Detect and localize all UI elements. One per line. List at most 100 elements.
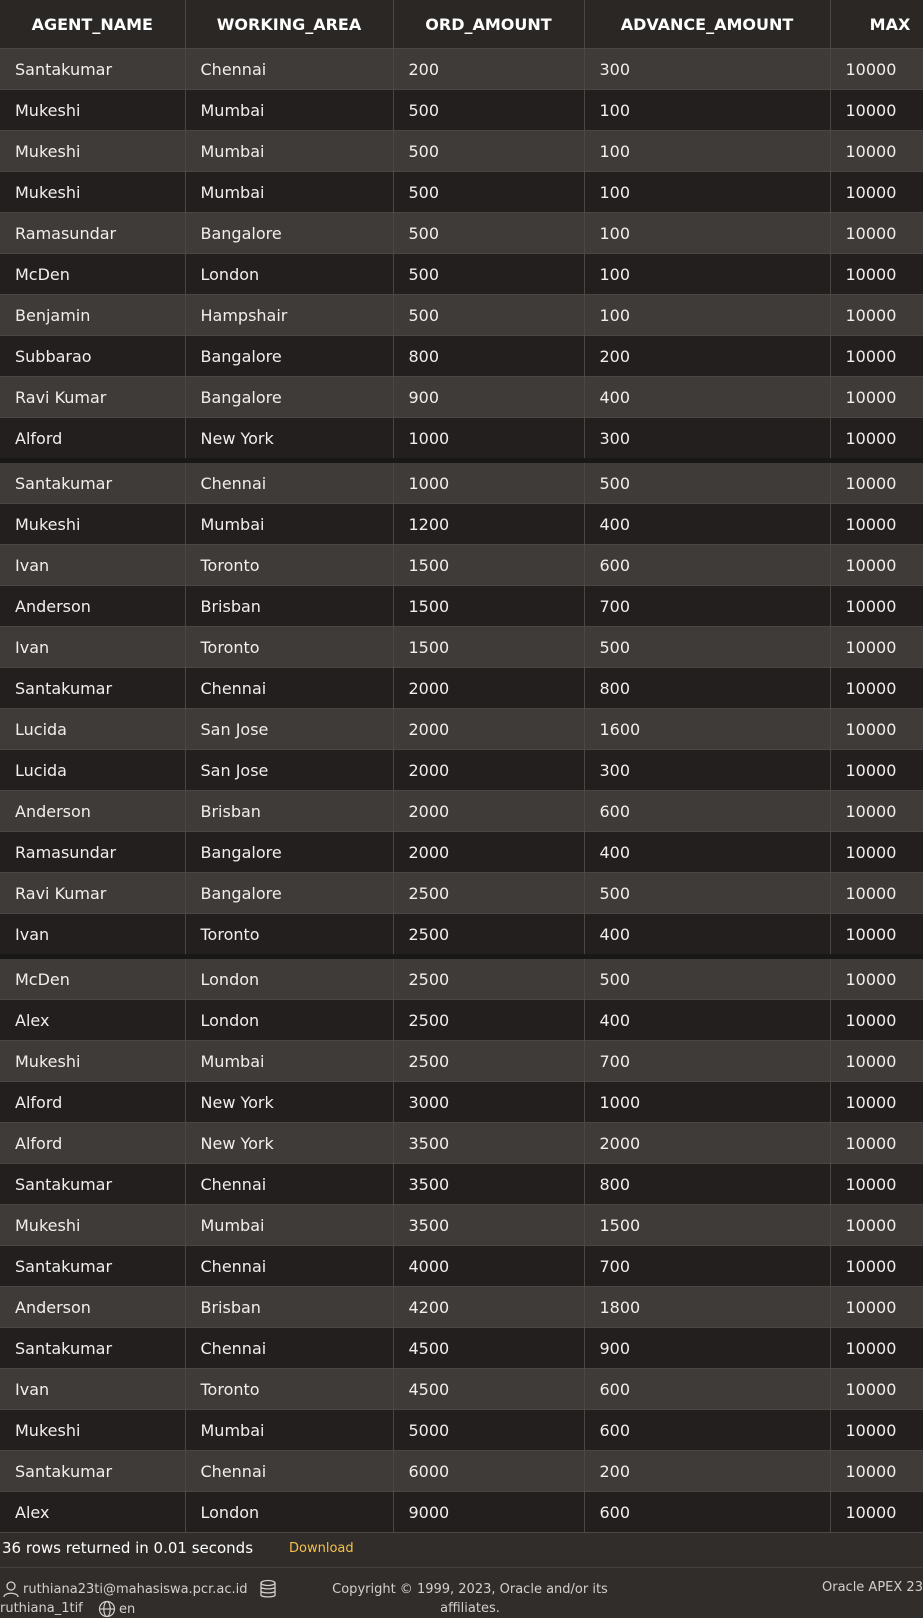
cell-advance-amount: 800 — [584, 1163, 831, 1205]
cell-max: 10000 — [830, 667, 923, 709]
table-row: Mukeshi Mumbai 500 100 10000 — [0, 89, 923, 131]
cell-agent-name: Mukeshi — [0, 89, 186, 131]
cell-max: 10000 — [830, 1368, 923, 1410]
download-link[interactable]: Download — [289, 1541, 354, 1556]
page-footer: ruthiana23ti@mahasiswa.pcr.ac.id ruthian… — [0, 1567, 923, 1618]
cell-max: 10000 — [830, 790, 923, 832]
language-code: en — [119, 1601, 136, 1617]
cell-working-area: Mumbai — [185, 1409, 394, 1451]
cell-advance-amount: 300 — [584, 417, 831, 463]
cell-max: 10000 — [830, 1409, 923, 1451]
cell-agent-name: Mukeshi — [0, 171, 186, 213]
table-row: Lucida San Jose 2000 300 10000 — [0, 749, 923, 791]
cell-working-area: San Jose — [185, 749, 394, 791]
cell-agent-name: Santakumar — [0, 1245, 186, 1287]
table-row: Santakumar Chennai 3500 800 10000 — [0, 1163, 923, 1205]
globe-icon — [98, 1600, 116, 1618]
cell-agent-name: Anderson — [0, 1286, 186, 1328]
cell-max: 10000 — [830, 212, 923, 254]
cell-advance-amount: 1000 — [584, 1081, 831, 1123]
cell-advance-amount: 1800 — [584, 1286, 831, 1328]
results-table: AGENT_NAME WORKING_AREA ORD_AMOUNT ADVAN… — [0, 0, 923, 1533]
cell-agent-name: Alford — [0, 1081, 186, 1123]
cell-ord-amount: 500 — [393, 294, 585, 336]
cell-max: 10000 — [830, 89, 923, 131]
cell-max: 10000 — [830, 335, 923, 377]
database-icon[interactable] — [258, 1579, 278, 1599]
cell-ord-amount: 4500 — [393, 1368, 585, 1410]
cell-ord-amount: 5000 — [393, 1409, 585, 1451]
table-row: Mukeshi Mumbai 2500 700 10000 — [0, 1040, 923, 1082]
cell-ord-amount: 3500 — [393, 1163, 585, 1205]
table-row: Alex London 2500 400 10000 — [0, 999, 923, 1041]
cell-advance-amount: 700 — [584, 1040, 831, 1082]
cell-working-area: Brisban — [185, 1286, 394, 1328]
table-row: Mukeshi Mumbai 500 100 10000 — [0, 171, 923, 213]
cell-max: 10000 — [830, 376, 923, 418]
cell-ord-amount: 1000 — [393, 417, 585, 463]
cell-agent-name: Mukeshi — [0, 503, 186, 545]
cell-working-area: Chennai — [185, 1450, 394, 1492]
column-header-advance-amount[interactable]: ADVANCE_AMOUNT — [584, 0, 831, 49]
table-row: Santakumar Chennai 200 300 10000 — [0, 48, 923, 90]
table-row: McDen London 500 100 10000 — [0, 253, 923, 295]
cell-working-area: Mumbai — [185, 503, 394, 545]
table-row: Ravi Kumar Bangalore 2500 500 10000 — [0, 872, 923, 914]
user-email: ruthiana23ti@mahasiswa.pcr.ac.id — [23, 1581, 248, 1597]
column-header-agent-name[interactable]: AGENT_NAME — [0, 0, 186, 49]
cell-advance-amount: 400 — [584, 503, 831, 545]
cell-advance-amount: 100 — [584, 171, 831, 213]
cell-agent-name: Alford — [0, 1122, 186, 1164]
cell-agent-name: Benjamin — [0, 294, 186, 336]
table-row: Mukeshi Mumbai 500 100 10000 — [0, 130, 923, 172]
table-header-row: AGENT_NAME WORKING_AREA ORD_AMOUNT ADVAN… — [0, 0, 923, 49]
cell-working-area: Toronto — [185, 626, 394, 668]
language-selector[interactable]: en — [98, 1600, 135, 1618]
cell-advance-amount: 600 — [584, 790, 831, 832]
cell-working-area: Mumbai — [185, 1040, 394, 1082]
cell-working-area: Chennai — [185, 1163, 394, 1205]
cell-agent-name: Alex — [0, 999, 186, 1041]
table-row: Ivan Toronto 1500 500 10000 — [0, 626, 923, 668]
cell-advance-amount: 1500 — [584, 1204, 831, 1246]
cell-agent-name: Anderson — [0, 585, 186, 627]
table-row: Santakumar Chennai 4000 700 10000 — [0, 1245, 923, 1287]
column-header-max[interactable]: MAX — [830, 0, 923, 49]
cell-working-area: Chennai — [185, 48, 394, 90]
cell-ord-amount: 2500 — [393, 999, 585, 1041]
cell-ord-amount: 500 — [393, 89, 585, 131]
table-row: Ivan Toronto 2500 400 10000 — [0, 913, 923, 959]
cell-advance-amount: 100 — [584, 212, 831, 254]
cell-ord-amount: 6000 — [393, 1450, 585, 1492]
results-grid: AGENT_NAME WORKING_AREA ORD_AMOUNT ADVAN… — [0, 0, 923, 1533]
cell-working-area: Toronto — [185, 913, 394, 959]
cell-agent-name: Santakumar — [0, 667, 186, 709]
table-row: McDen London 2500 500 10000 — [0, 956, 923, 1000]
cell-agent-name: Subbarao — [0, 335, 186, 377]
cell-ord-amount: 3500 — [393, 1122, 585, 1164]
column-header-ord-amount[interactable]: ORD_AMOUNT — [393, 0, 585, 49]
cell-working-area: Chennai — [185, 667, 394, 709]
cell-agent-name: Ramasundar — [0, 212, 186, 254]
cell-ord-amount: 3000 — [393, 1081, 585, 1123]
cell-agent-name: Santakumar — [0, 1327, 186, 1369]
cell-ord-amount: 2500 — [393, 913, 585, 959]
cell-max: 10000 — [830, 913, 923, 959]
cell-max: 10000 — [830, 1245, 923, 1287]
column-header-working-area[interactable]: WORKING_AREA — [185, 0, 394, 49]
cell-agent-name: McDen — [0, 253, 186, 295]
table-row: Mukeshi Mumbai 5000 600 10000 — [0, 1409, 923, 1451]
cell-working-area: Bangalore — [185, 872, 394, 914]
cell-working-area: London — [185, 999, 394, 1041]
cell-ord-amount: 1200 — [393, 503, 585, 545]
cell-advance-amount: 100 — [584, 294, 831, 336]
table-row: Alford New York 1000 300 10000 — [0, 417, 923, 463]
cell-working-area: Mumbai — [185, 89, 394, 131]
table-row: Santakumar Chennai 6000 200 10000 — [0, 1450, 923, 1492]
cell-ord-amount: 4200 — [393, 1286, 585, 1328]
cell-agent-name: Alford — [0, 417, 186, 463]
cell-agent-name: Santakumar — [0, 1163, 186, 1205]
table-row: Santakumar Chennai 4500 900 10000 — [0, 1327, 923, 1369]
cell-advance-amount: 900 — [584, 1327, 831, 1369]
table-body: Santakumar Chennai 200 300 10000 Mukeshi Mumba… — [0, 48, 923, 1533]
